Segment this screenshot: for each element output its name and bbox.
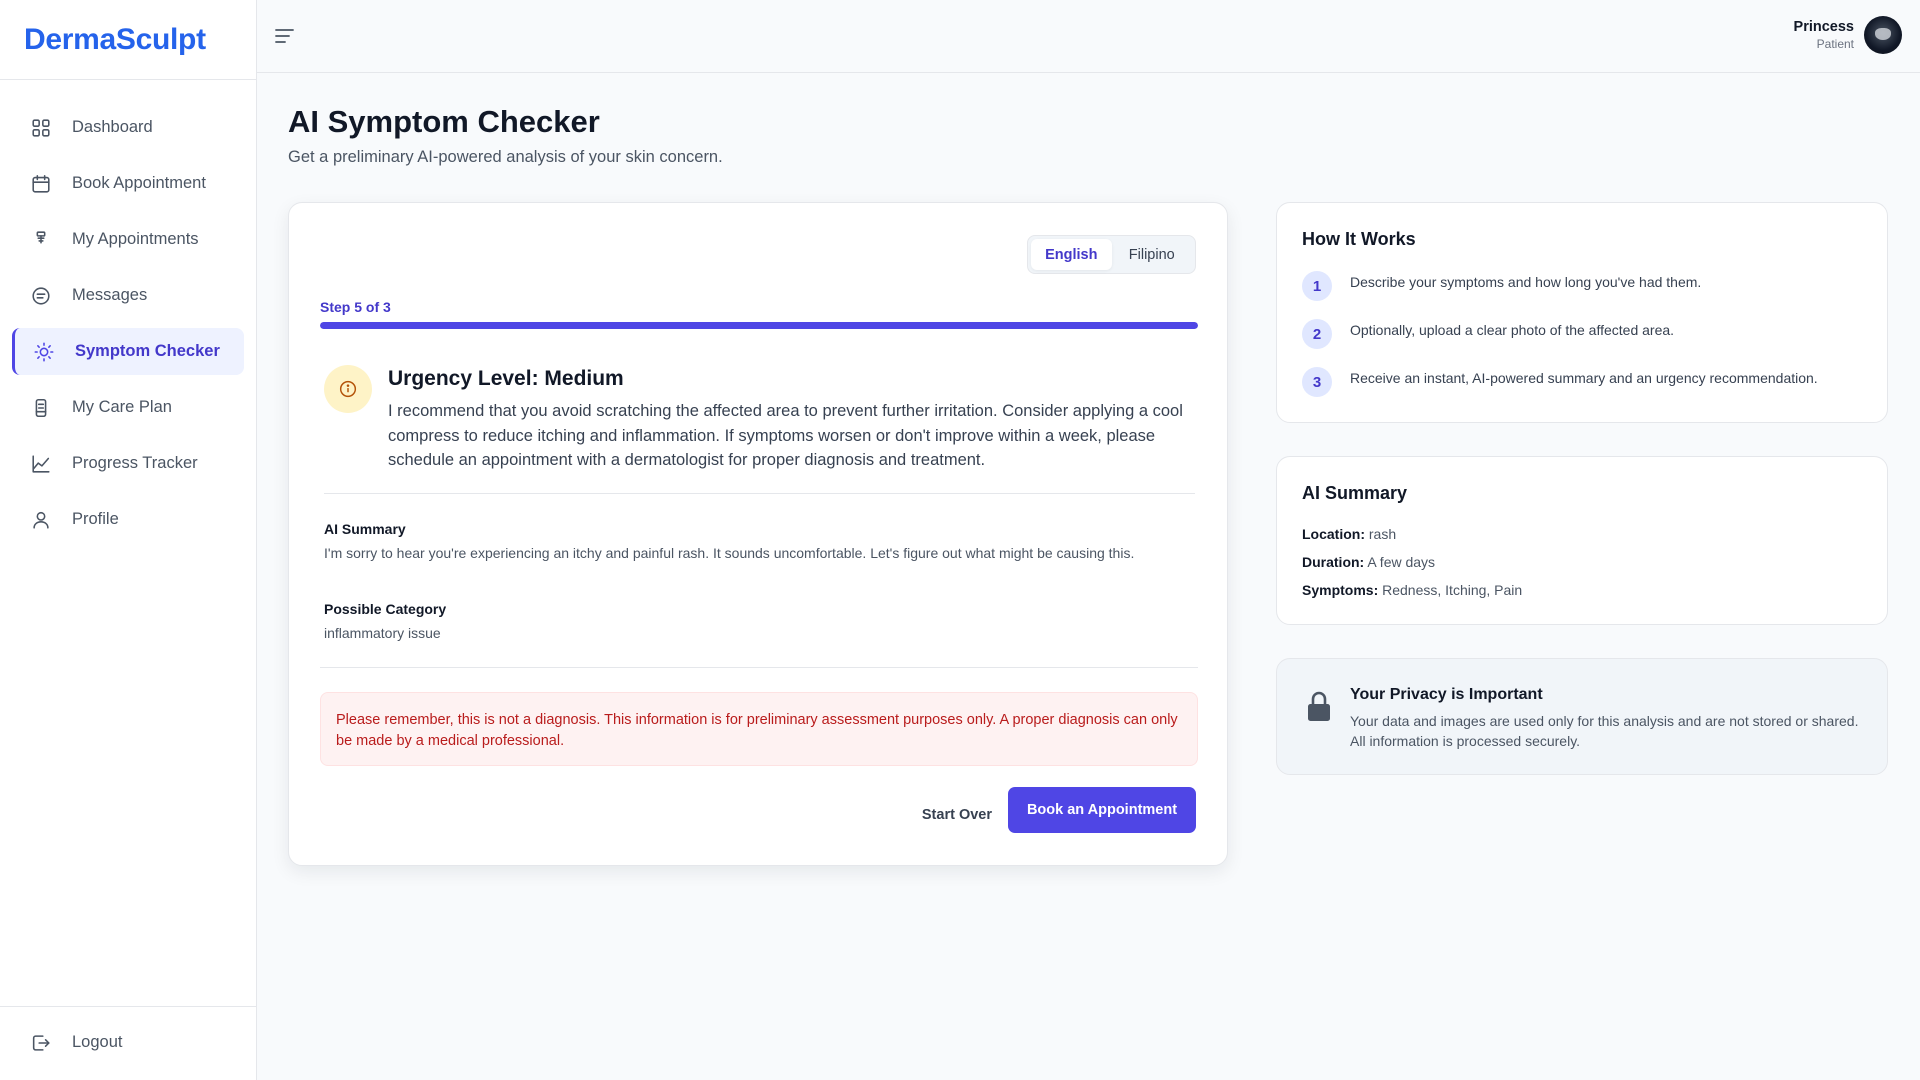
language-toggle: English Filipino bbox=[1027, 235, 1196, 274]
sidebar-item-label: Symptom Checker bbox=[75, 342, 220, 360]
menu-toggle-icon[interactable] bbox=[273, 24, 299, 48]
summary-duration: Duration: A few days bbox=[1302, 554, 1435, 570]
summary-location: Location: rash bbox=[1302, 526, 1396, 542]
possible-category-value: inflammatory issue bbox=[324, 625, 441, 641]
how-it-works-title: How It Works bbox=[1302, 229, 1416, 249]
symptom-result-card: English Filipino Step 5 of 3 Urgency Lev… bbox=[288, 202, 1228, 866]
sidebar-item-dashboard[interactable]: Dashboard bbox=[12, 104, 244, 151]
sidebar-item-label: Dashboard bbox=[72, 118, 153, 136]
sidebar-item-label: Messages bbox=[72, 286, 148, 304]
brand-logo[interactable]: DermaSculpt bbox=[0, 0, 256, 80]
language-english-button[interactable]: English bbox=[1031, 239, 1112, 270]
possible-category-label: Possible Category bbox=[324, 601, 447, 617]
symptoms-label: Symptoms: bbox=[1302, 582, 1379, 598]
step-number-badge: 3 bbox=[1302, 367, 1332, 397]
step-text: Receive an instant, AI-powered summary a… bbox=[1350, 370, 1818, 386]
ai-summary-title: AI Summary bbox=[1302, 483, 1408, 503]
avatar[interactable] bbox=[1864, 16, 1902, 54]
divider bbox=[324, 493, 1195, 494]
step-indicator: Step 5 of 3 bbox=[320, 299, 391, 315]
lock-icon bbox=[1306, 689, 1332, 723]
user-menu[interactable]: Princess Patient bbox=[1794, 16, 1902, 54]
calendar-icon bbox=[29, 172, 53, 196]
step-number-badge: 1 bbox=[1302, 271, 1332, 301]
page-title: AI Symptom Checker bbox=[288, 104, 600, 139]
sidebar-item-progress-tracker[interactable]: Progress Tracker bbox=[12, 440, 244, 487]
divider bbox=[320, 667, 1198, 668]
how-step: 3 Receive an instant, AI-powered summary… bbox=[1302, 367, 1818, 397]
sidebar-item-book-appointment[interactable]: Book Appointment bbox=[12, 160, 244, 207]
symptoms-value: Redness, Itching, Pain bbox=[1382, 582, 1523, 598]
location-label: Location: bbox=[1302, 526, 1365, 542]
user-info: Princess Patient bbox=[1794, 19, 1854, 51]
sidebar-item-label: My Care Plan bbox=[72, 398, 172, 416]
sidebar-item-my-care-plan[interactable]: My Care Plan bbox=[12, 384, 244, 431]
sidebar-item-profile[interactable]: Profile bbox=[12, 496, 244, 543]
privacy-text: Your data and images are used only for t… bbox=[1350, 713, 1859, 749]
logout-label: Logout bbox=[72, 1033, 123, 1051]
step-number-badge: 2 bbox=[1302, 319, 1332, 349]
urgency-recommendation: I recommend that you avoid scratching th… bbox=[388, 402, 1183, 469]
sidebar: DermaSculpt Dashboard Book Appointment M… bbox=[0, 0, 257, 1080]
sidebar-item-label: Progress Tracker bbox=[72, 454, 198, 472]
appointment-icon bbox=[29, 228, 53, 252]
sidebar-footer: Logout bbox=[0, 1006, 256, 1080]
urgency-title: Urgency Level: Medium bbox=[388, 367, 624, 390]
user-name: Princess bbox=[1793, 19, 1854, 35]
summary-symptoms: Symptoms: Redness, Itching, Pain bbox=[1302, 582, 1522, 598]
privacy-notice-card: Your Privacy is Important Your data and … bbox=[1276, 658, 1888, 775]
chart-line-icon bbox=[29, 452, 53, 476]
step-text: Optionally, upload a clear photo of the … bbox=[1350, 322, 1675, 338]
privacy-title: Your Privacy is Important bbox=[1350, 686, 1543, 703]
ai-summary-card: AI Summary Location: rash Duration: A fe… bbox=[1276, 456, 1888, 625]
step-text: Describe your symptoms and how long you'… bbox=[1350, 274, 1702, 290]
ai-summary-label: AI Summary bbox=[324, 521, 406, 537]
grid-icon bbox=[29, 116, 53, 140]
how-it-works-card: How It Works 1 Describe your symptoms an… bbox=[1276, 202, 1888, 423]
sidebar-nav: Dashboard Book Appointment My Appointmen… bbox=[0, 80, 256, 543]
language-filipino-button[interactable]: Filipino bbox=[1112, 239, 1193, 270]
sidebar-item-messages[interactable]: Messages bbox=[12, 272, 244, 319]
start-over-button[interactable]: Start Over bbox=[922, 807, 992, 823]
care-plan-icon bbox=[29, 396, 53, 420]
how-step: 1 Describe your symptoms and how long yo… bbox=[1302, 271, 1701, 301]
user-role: Patient bbox=[1816, 37, 1854, 51]
logout-button[interactable]: Logout bbox=[12, 1019, 244, 1066]
how-step: 2 Optionally, upload a clear photo of th… bbox=[1302, 319, 1674, 349]
info-icon bbox=[324, 365, 372, 413]
ai-summary-text: I'm sorry to hear you're experiencing an… bbox=[324, 545, 1135, 561]
step-progress-bar bbox=[320, 322, 1198, 329]
book-appointment-button[interactable]: Book an Appointment bbox=[1008, 787, 1196, 833]
sidebar-item-label: Book Appointment bbox=[72, 174, 206, 192]
sidebar-item-my-appointments[interactable]: My Appointments bbox=[12, 216, 244, 263]
user-icon bbox=[29, 508, 53, 532]
duration-label: Duration: bbox=[1302, 554, 1365, 570]
duration-value: A few days bbox=[1367, 554, 1436, 570]
sun-icon bbox=[32, 340, 56, 364]
top-bar: Princess Patient bbox=[257, 0, 1920, 73]
sidebar-item-label: Profile bbox=[72, 510, 119, 528]
disclaimer-alert: Please remember, this is not a diagnosis… bbox=[320, 692, 1198, 766]
message-icon bbox=[29, 284, 53, 308]
brand-name: DermaSculpt bbox=[24, 22, 206, 56]
page-subtitle: Get a preliminary AI-powered analysis of… bbox=[288, 148, 723, 166]
step-progress-fill bbox=[320, 322, 1198, 329]
sidebar-item-symptom-checker[interactable]: Symptom Checker bbox=[12, 328, 244, 375]
logout-icon bbox=[29, 1031, 53, 1055]
sidebar-item-label: My Appointments bbox=[72, 230, 199, 248]
location-value: rash bbox=[1368, 526, 1397, 542]
